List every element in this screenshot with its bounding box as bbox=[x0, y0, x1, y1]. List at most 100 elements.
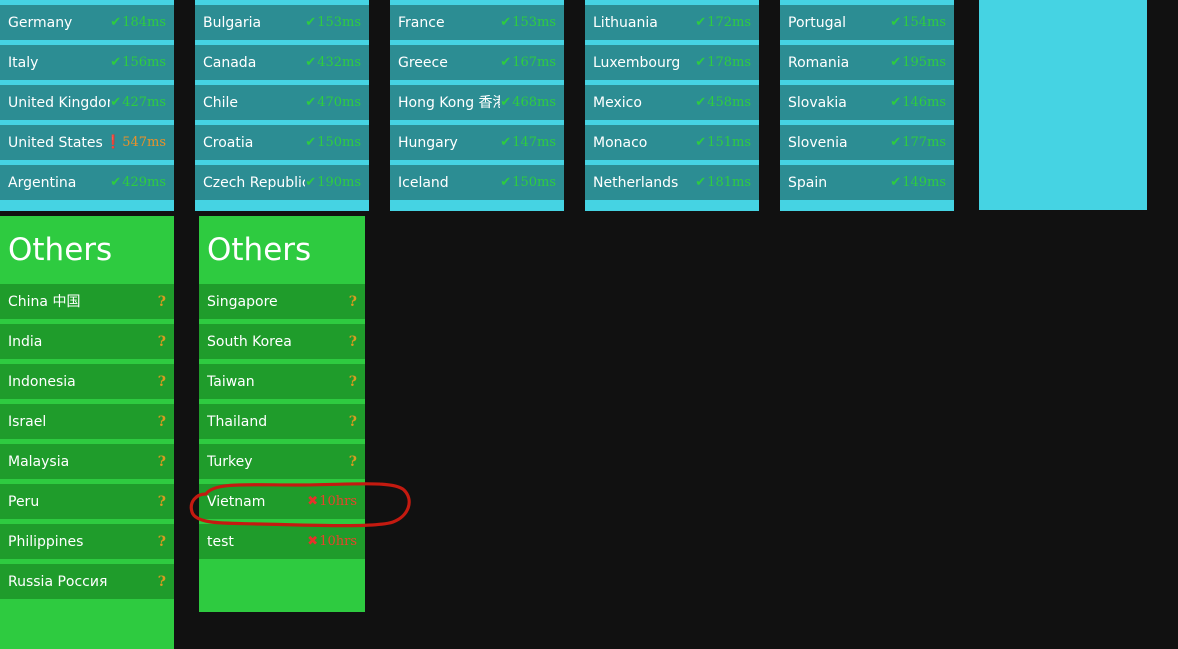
latency-metric: ✔ 146ms bbox=[890, 95, 946, 110]
latency-value: 458ms bbox=[707, 95, 751, 110]
status-row[interactable]: Italy ✔ 156ms bbox=[0, 45, 174, 80]
status-row[interactable]: Philippines? bbox=[0, 524, 174, 559]
location-name: United Kingdom bbox=[8, 94, 111, 111]
status-row[interactable]: Mexico ✔ 458ms bbox=[585, 85, 759, 120]
status-row[interactable]: Malaysia? bbox=[0, 444, 174, 479]
latency-metric: ✔ 154ms bbox=[890, 15, 946, 30]
status-row[interactable]: India? bbox=[0, 324, 174, 359]
status-row[interactable]: Turkey? bbox=[199, 444, 365, 479]
location-name: Greece bbox=[398, 54, 448, 71]
status-row[interactable]: Slovenia ✔ 177ms bbox=[780, 125, 954, 160]
check-icon: ✔ bbox=[890, 175, 902, 190]
question-icon: ? bbox=[157, 493, 166, 510]
latency-value: 154ms bbox=[902, 15, 946, 30]
status-row[interactable]: Singapore? bbox=[199, 284, 365, 319]
latency-value: 150ms bbox=[317, 135, 361, 150]
location-name: Netherlands bbox=[593, 174, 679, 191]
check-icon: ✔ bbox=[500, 55, 512, 70]
status-row[interactable]: Lithuania ✔ 172ms bbox=[585, 5, 759, 40]
status-row[interactable]: Argentina ✔ 429ms bbox=[0, 165, 174, 200]
check-icon: ✔ bbox=[695, 175, 707, 190]
question-icon: ? bbox=[348, 453, 357, 470]
status-row[interactable]: China 中国? bbox=[0, 284, 174, 319]
location-name: Taiwan bbox=[207, 373, 255, 390]
latency-metric: ✔ 149ms bbox=[890, 175, 946, 190]
status-row[interactable]: Hong Kong 香港 ✔ 468ms bbox=[390, 85, 564, 120]
status-row[interactable]: France ✔ 153ms bbox=[390, 5, 564, 40]
location-name: Luxembourg bbox=[593, 54, 681, 71]
status-row[interactable]: Vietnam ✖ 10hrs bbox=[199, 484, 365, 519]
status-row[interactable]: Luxembourg ✔ 178ms bbox=[585, 45, 759, 80]
status-row[interactable]: Indonesia? bbox=[0, 364, 174, 399]
latency-value: 427ms bbox=[122, 95, 166, 110]
status-row[interactable]: South Korea? bbox=[199, 324, 365, 359]
check-icon: ✔ bbox=[305, 55, 317, 70]
latency-metric: ✔ 458ms bbox=[695, 95, 751, 110]
column-footer-fill bbox=[199, 564, 365, 609]
status-row[interactable]: Russia Россия? bbox=[0, 564, 174, 599]
status-row[interactable]: Croatia ✔ 150ms bbox=[195, 125, 369, 160]
status-row[interactable]: Israel? bbox=[0, 404, 174, 439]
status-row[interactable]: Hungary ✔ 147ms bbox=[390, 125, 564, 160]
status-row[interactable]: Taiwan? bbox=[199, 364, 365, 399]
latency-metric: ✔ 172ms bbox=[695, 15, 751, 30]
check-icon: ✔ bbox=[305, 15, 317, 30]
latency-value: 151ms bbox=[707, 135, 751, 150]
location-name: Germany bbox=[8, 14, 73, 31]
status-column: Others Singapore? South Korea? Taiwan? Thail… bbox=[199, 216, 365, 612]
status-row[interactable]: Germany ✔ 184ms bbox=[0, 5, 174, 40]
latency-metric: ✖ 10hrs bbox=[307, 534, 357, 549]
latency-metric: ✔ 150ms bbox=[500, 175, 556, 190]
status-column: Lithuania ✔ 172ms Luxembourg ✔ 178ms Mexico ✔ 45… bbox=[585, 0, 759, 211]
latency-metric: ✔ 177ms bbox=[890, 135, 946, 150]
status-row[interactable]: United Kingdom ✔ 427ms bbox=[0, 85, 174, 120]
question-icon: ? bbox=[348, 373, 357, 390]
latency-metric: ✔ 432ms bbox=[305, 55, 361, 70]
latency-value: 470ms bbox=[317, 95, 361, 110]
check-icon: ✔ bbox=[695, 135, 707, 150]
location-name: Italy bbox=[8, 54, 39, 71]
status-row[interactable]: Chile ✔ 470ms bbox=[195, 85, 369, 120]
status-row[interactable]: Peru? bbox=[0, 484, 174, 519]
status-row[interactable]: United States ❗ 547ms bbox=[0, 125, 174, 160]
status-row[interactable]: Portugal ✔ 154ms bbox=[780, 5, 954, 40]
status-row[interactable]: Iceland ✔ 150ms bbox=[390, 165, 564, 200]
question-icon: ? bbox=[348, 333, 357, 350]
location-name: Iceland bbox=[398, 174, 449, 191]
status-row[interactable]: Thailand? bbox=[199, 404, 365, 439]
question-icon: ? bbox=[157, 533, 166, 550]
status-row[interactable]: Bulgaria ✔ 153ms bbox=[195, 5, 369, 40]
latency-metric: ✔ 153ms bbox=[500, 15, 556, 30]
column-header: Others bbox=[199, 216, 365, 284]
location-name: China 中国 bbox=[8, 293, 81, 310]
check-icon: ✔ bbox=[500, 15, 512, 30]
latency-metric: ✔ 150ms bbox=[305, 135, 361, 150]
latency-metric: ✔ 470ms bbox=[305, 95, 361, 110]
latency-metric: ✔ 147ms bbox=[500, 135, 556, 150]
latency-value: 146ms bbox=[902, 95, 946, 110]
status-row[interactable]: Canada ✔ 432ms bbox=[195, 45, 369, 80]
question-icon: ? bbox=[157, 413, 166, 430]
latency-value: 195ms bbox=[902, 55, 946, 70]
status-row[interactable]: test ✖ 10hrs bbox=[199, 524, 365, 559]
status-row[interactable]: Spain ✔ 149ms bbox=[780, 165, 954, 200]
location-name: Slovenia bbox=[788, 134, 848, 151]
latency-value: 150ms bbox=[512, 175, 556, 190]
latency-value: 181ms bbox=[707, 175, 751, 190]
latency-metric: ✔ 195ms bbox=[890, 55, 946, 70]
question-icon: ? bbox=[348, 413, 357, 430]
latency-value: 153ms bbox=[512, 15, 556, 30]
status-row[interactable]: Netherlands ✔ 181ms bbox=[585, 165, 759, 200]
status-row[interactable]: Monaco ✔ 151ms bbox=[585, 125, 759, 160]
status-row[interactable]: Greece ✔ 167ms bbox=[390, 45, 564, 80]
status-row[interactable]: Slovakia ✔ 146ms bbox=[780, 85, 954, 120]
latency-value: 156ms bbox=[122, 55, 166, 70]
location-name: Canada bbox=[203, 54, 257, 71]
latency-metric: ✔ 153ms bbox=[305, 15, 361, 30]
location-name: Portugal bbox=[788, 14, 846, 31]
location-name: South Korea bbox=[207, 333, 292, 350]
status-row[interactable]: Czech Republic ✔ 190ms bbox=[195, 165, 369, 200]
status-row[interactable]: Romania ✔ 195ms bbox=[780, 45, 954, 80]
status-column: Others China 中国? India? Indonesia? Israel? Ma… bbox=[0, 216, 174, 649]
question-icon: ? bbox=[348, 293, 357, 310]
